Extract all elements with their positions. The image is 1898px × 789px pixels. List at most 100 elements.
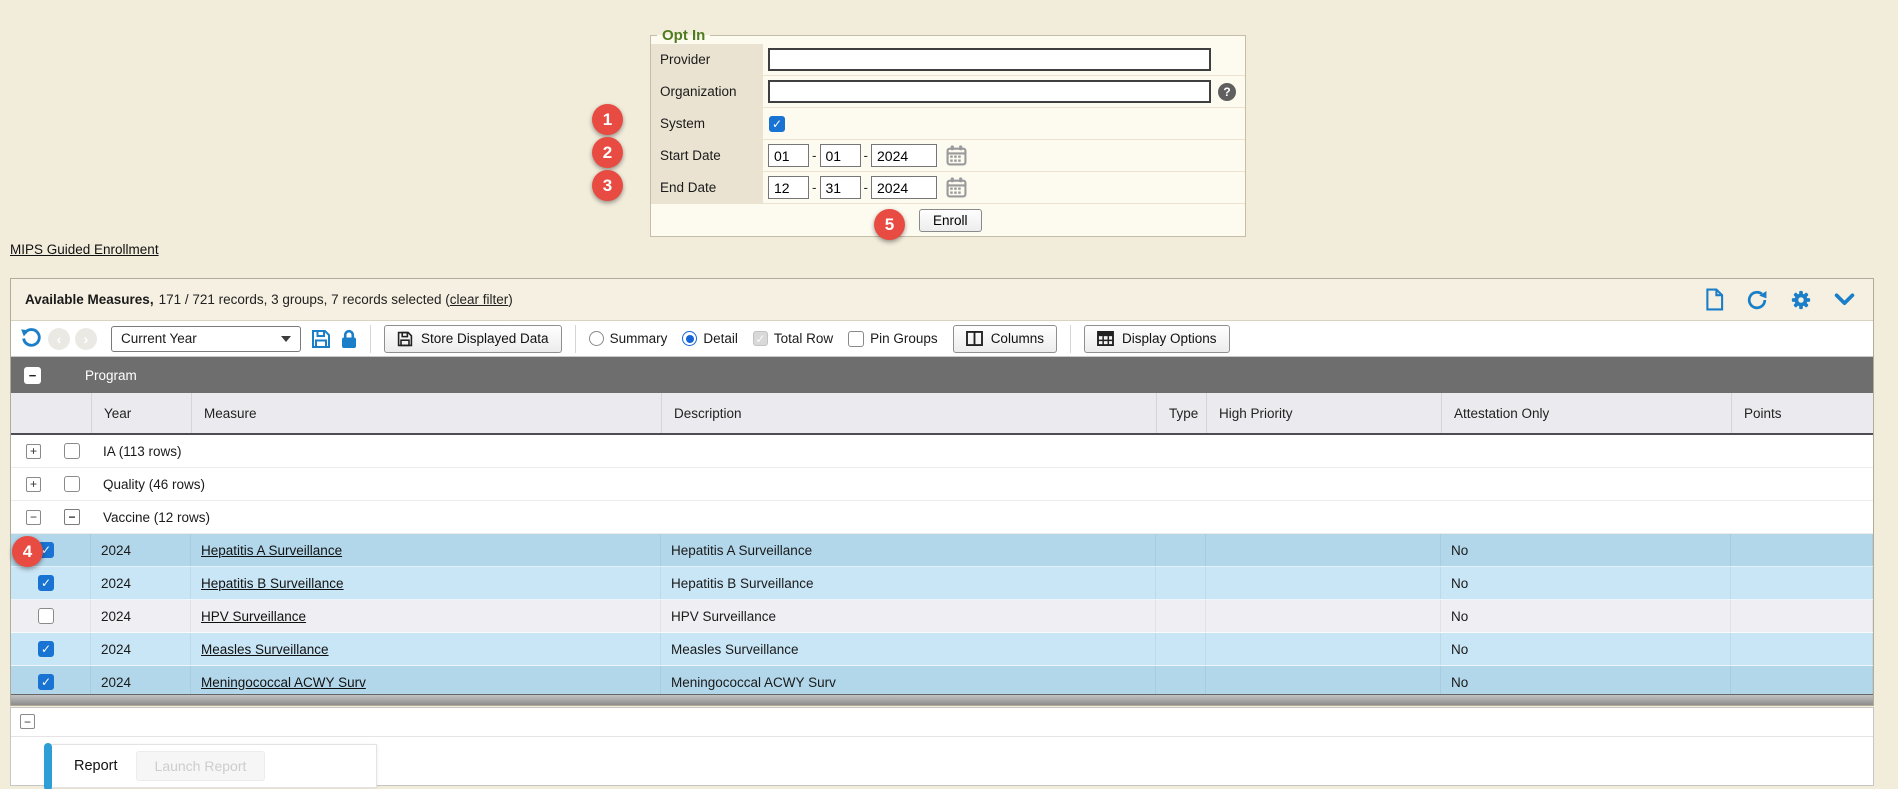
group-row-ia[interactable]: + IA (113 rows) [11,435,1873,468]
description-cell: Hepatitis B Surveillance [661,567,1156,599]
table-row[interactable]: ✓ 2024 Meningococcal ACWY Surv Meningoco… [11,666,1873,694]
table-row[interactable]: ✓ 2024 Hepatitis B Surveillance Hepatiti… [11,567,1873,600]
column-header-measure[interactable]: Measure [191,393,661,433]
group-checkbox[interactable] [64,476,80,492]
provider-input[interactable] [768,48,1211,71]
measure-link[interactable]: Measles Surveillance [201,642,329,657]
display-options-button[interactable]: Display Options [1084,325,1230,353]
reset-undo-icon[interactable] [20,327,43,350]
detail-radio-label: Detail [703,331,738,346]
end-year-input[interactable] [871,176,937,199]
column-header-high-priority[interactable]: High Priority [1206,393,1441,433]
help-icon[interactable]: ? [1218,83,1236,101]
start-date-label: Start Date [651,140,763,171]
description-cell: Measles Surveillance [661,633,1156,665]
lock-icon[interactable] [341,329,357,349]
calendar-icon[interactable] [946,177,967,198]
organization-input[interactable] [768,80,1211,103]
end-month-input[interactable] [768,176,809,199]
chevron-down-icon[interactable] [1834,293,1855,306]
floppy-icon [397,331,413,347]
row-checkbox[interactable]: ✓ [38,674,54,690]
type-cell [1156,666,1206,694]
year-cell: 2024 [91,567,191,599]
expand-icon[interactable]: + [26,444,41,459]
enroll-button[interactable]: Enroll [919,209,982,232]
attestation-only-cell: No [1441,534,1731,566]
high-priority-cell [1206,633,1441,665]
measure-link[interactable]: Hepatitis A Surveillance [201,543,342,558]
step-badge-2: 2 [592,137,623,168]
column-header-points[interactable]: Points [1731,393,1873,433]
column-header-description[interactable]: Description [661,393,1156,433]
calendar-icon[interactable] [946,145,967,166]
report-tab-label[interactable]: Report [74,758,118,774]
pin-groups-label: Pin Groups [870,331,938,346]
group-row-quality[interactable]: + Quality (46 rows) [11,468,1873,501]
step-badge-1: 1 [592,104,623,135]
program-group-bar: − Program [11,357,1873,393]
measure-link[interactable]: HPV Surveillance [201,609,306,624]
gear-icon[interactable] [1790,289,1812,311]
group-row-vaccine[interactable]: − − Vaccine (12 rows) [11,501,1873,534]
pin-groups-checkbox[interactable] [848,331,864,347]
expand-icon[interactable]: + [26,477,41,492]
points-cell [1731,666,1873,694]
summary-radio[interactable] [589,331,604,346]
total-row-label: Total Row [774,331,833,346]
date-separator: - [812,148,817,163]
column-header-controls [11,393,91,433]
group-checkbox-indeterminate[interactable]: − [64,509,80,525]
table-row[interactable]: ✓ 2024 Hepatitis A Surveillance Hepatiti… [11,534,1873,567]
horizontal-scrollbar[interactable] [11,694,1873,705]
measure-link[interactable]: Hepatitis B Surveillance [201,576,344,591]
description-cell: HPV Surveillance [661,600,1156,632]
column-header-type[interactable]: Type [1156,393,1206,433]
group-checkbox[interactable] [64,443,80,459]
start-month-input[interactable] [768,144,809,167]
available-measures-panel: Available Measures, 171 / 721 records, 3… [10,278,1874,706]
attestation-only-cell: No [1441,633,1731,665]
attestation-only-cell: No [1441,600,1731,632]
toolbar-separator [1070,325,1071,353]
row-checkbox[interactable]: ✓ [38,641,54,657]
collapse-icon[interactable]: − [26,510,41,525]
column-header-attestation-only[interactable]: Attestation Only [1441,393,1731,433]
type-cell [1156,534,1206,566]
year-filter-select[interactable]: Current Year [111,326,301,352]
mips-guided-enrollment-link[interactable]: MIPS Guided Enrollment [10,242,159,257]
type-cell [1156,633,1206,665]
system-checkbox[interactable]: ✓ [769,116,785,132]
divider [11,736,1873,737]
end-day-input[interactable] [820,176,861,199]
columns-button[interactable]: Columns [953,325,1057,353]
export-file-icon[interactable] [1705,288,1724,311]
start-day-input[interactable] [820,144,861,167]
prev-page-icon[interactable]: ‹ [48,328,70,350]
clear-filter-link[interactable]: clear filter [450,292,509,307]
column-header-row: Year Measure Description Type High Prior… [11,393,1873,435]
store-displayed-data-button[interactable]: Store Displayed Data [384,325,562,353]
row-checkbox[interactable]: ✓ [38,575,54,591]
grid-body: + IA (113 rows) + Quality (46 rows) − − … [11,435,1873,694]
measure-link[interactable]: Meningococcal ACWY Surv [201,675,366,690]
dropdown-arrow-icon [281,336,291,342]
high-priority-cell [1206,567,1441,599]
column-header-year[interactable]: Year [91,393,191,433]
detail-radio[interactable] [682,331,697,346]
year-cell: 2024 [91,534,191,566]
refresh-icon[interactable] [1746,289,1768,311]
launch-report-button[interactable]: Launch Report [136,751,266,781]
collapse-program-icon[interactable]: − [24,367,41,384]
row-checkbox[interactable] [38,608,54,624]
start-year-input[interactable] [871,144,937,167]
table-row[interactable]: ✓ 2024 Measles Surveillance Measles Surv… [11,633,1873,666]
collapse-icon[interactable]: − [20,714,35,729]
report-box: Report Launch Report [45,744,377,788]
next-page-icon[interactable]: › [75,328,97,350]
date-separator: - [864,180,869,195]
table-row[interactable]: 2024 HPV Surveillance HPV Surveillance N… [11,600,1873,633]
group-label: IA (113 rows) [103,444,182,459]
save-view-icon[interactable] [311,329,331,349]
total-row-checkbox[interactable]: ✓ [753,331,768,346]
